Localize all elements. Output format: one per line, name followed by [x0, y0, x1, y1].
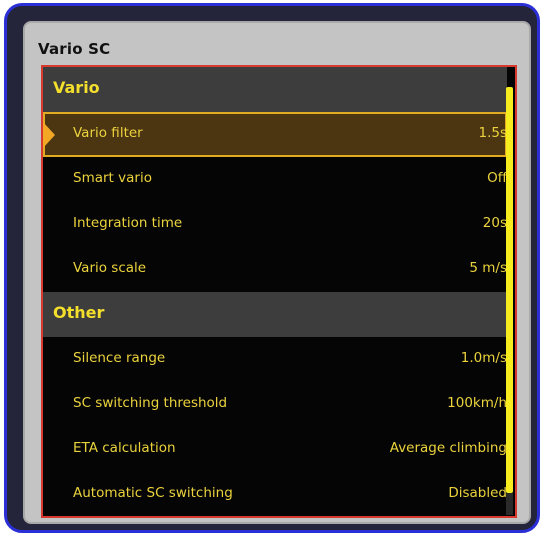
list-item-silence-range[interactable]: Silence range 1.0m/s: [43, 337, 507, 382]
dialog-title: Vario SC: [38, 40, 111, 58]
item-label: Vario scale: [73, 260, 147, 276]
list-item-smart-vario[interactable]: Smart vario Off: [43, 157, 507, 202]
item-value: 1.0m/s: [460, 350, 507, 366]
device-frame: Vario SC Vario Vario filter 1.5s Smart v…: [4, 3, 540, 533]
settings-list[interactable]: Vario Vario filter 1.5s Smart vario Off …: [41, 65, 517, 518]
item-label: Silence range: [73, 350, 166, 366]
section-label: Vario: [53, 78, 100, 97]
item-value: Off: [487, 170, 507, 186]
section-header-other: Other: [43, 292, 507, 337]
item-value: 5 m/s: [469, 260, 507, 276]
settings-dialog: Vario SC Vario Vario filter 1.5s Smart v…: [23, 21, 531, 524]
item-value: 1.5s: [478, 125, 507, 141]
item-value: 100km/h: [447, 395, 507, 411]
list-item-integration-time[interactable]: Integration time 20s: [43, 202, 507, 247]
item-label: Vario filter: [73, 125, 143, 141]
section-header-vario: Vario: [43, 67, 507, 112]
item-label: Smart vario: [73, 170, 152, 186]
list-item-sc-switching-threshold[interactable]: SC switching threshold 100km/h: [43, 382, 507, 427]
selection-arrow-icon: [43, 122, 55, 148]
item-value: 20s: [482, 215, 507, 231]
section-label: Other: [53, 303, 105, 322]
item-label: Integration time: [73, 215, 183, 231]
item-label: SC switching threshold: [73, 395, 228, 411]
item-value: Average climbing: [389, 440, 507, 456]
list-item-vario-scale[interactable]: Vario scale 5 m/s: [43, 247, 507, 292]
list-item-automatic-sc-switching[interactable]: Automatic SC switching Disabled: [43, 472, 507, 516]
item-label: ETA calculation: [73, 440, 176, 456]
list-item-vario-filter[interactable]: Vario filter 1.5s: [43, 112, 507, 157]
scrollbar-thumb[interactable]: [506, 87, 513, 493]
list-item-eta-calculation[interactable]: ETA calculation Average climbing: [43, 427, 507, 472]
item-label: Automatic SC switching: [73, 485, 233, 501]
item-value: Disabled: [448, 485, 507, 501]
scrollbar-track[interactable]: [506, 493, 513, 515]
